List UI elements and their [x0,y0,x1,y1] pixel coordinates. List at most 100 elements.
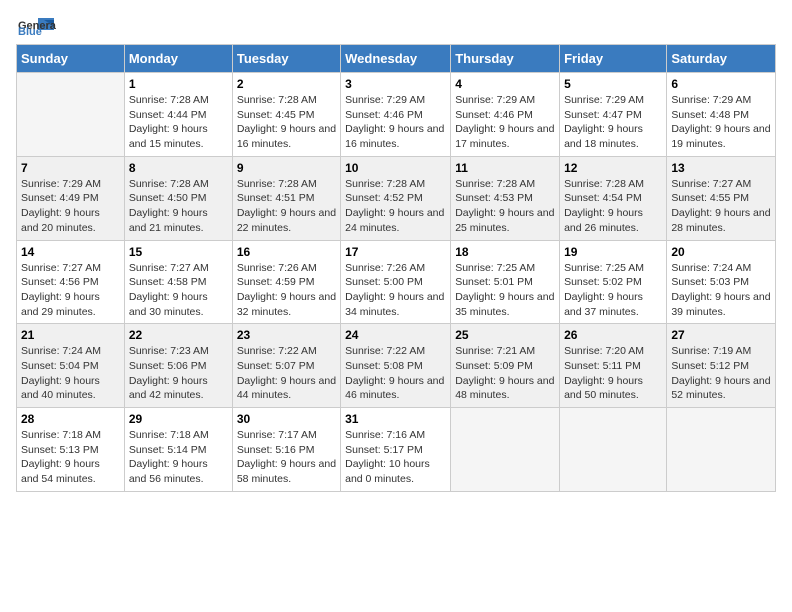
calendar-week-row: 21 Sunrise: 7:24 AMSunset: 5:04 PMDayligh… [17,324,776,408]
day-info: Sunrise: 7:27 AMSunset: 4:55 PMDaylight:… [671,177,771,236]
calendar-day-cell: 23 Sunrise: 7:22 AMSunset: 5:07 PMDayligh… [232,324,340,408]
day-number: 23 [237,328,336,342]
calendar-day-cell: 6 Sunrise: 7:29 AMSunset: 4:48 PMDaylight… [667,73,776,157]
calendar-day-cell: 30 Sunrise: 7:17 AMSunset: 5:16 PMDayligh… [232,408,340,492]
day-number: 30 [237,412,336,426]
day-info: Sunrise: 7:21 AMSunset: 5:09 PMDaylight:… [455,344,555,403]
calendar-day-cell: 8 Sunrise: 7:28 AMSunset: 4:50 PMDaylight… [124,156,232,240]
day-info: Sunrise: 7:25 AMSunset: 5:02 PMDaylight:… [564,261,662,320]
calendar-day-cell: 20 Sunrise: 7:24 AMSunset: 5:03 PMDayligh… [667,240,776,324]
calendar-header-cell: Monday [124,45,232,73]
calendar-day-cell [451,408,560,492]
logo-icon: General Blue [16,16,56,36]
day-info: Sunrise: 7:29 AMSunset: 4:48 PMDaylight:… [671,93,771,152]
day-number: 13 [671,161,771,175]
calendar-day-cell: 9 Sunrise: 7:28 AMSunset: 4:51 PMDaylight… [232,156,340,240]
day-info: Sunrise: 7:16 AMSunset: 5:17 PMDaylight:… [345,428,446,487]
day-info: Sunrise: 7:22 AMSunset: 5:07 PMDaylight:… [237,344,336,403]
day-info: Sunrise: 7:28 AMSunset: 4:45 PMDaylight:… [237,93,336,152]
day-number: 8 [129,161,228,175]
calendar-day-cell: 4Sunrise: 7:29 AMSunset: 4:46 PMDaylight… [451,73,560,157]
logo: General Blue [16,16,56,36]
calendar-week-row: 14Sunrise: 7:27 AMSunset: 4:56 PMDayligh… [17,240,776,324]
day-info: Sunrise: 7:25 AMSunset: 5:01 PMDaylight:… [455,261,555,320]
calendar-day-cell: 27 Sunrise: 7:19 AMSunset: 5:12 PMDayligh… [667,324,776,408]
calendar-day-cell: 26 Sunrise: 7:20 AMSunset: 5:11 PMDayligh… [560,324,667,408]
day-info: Sunrise: 7:29 AMSunset: 4:47 PMDaylight:… [564,93,662,152]
day-info: Sunrise: 7:18 AMSunset: 5:13 PMDaylight:… [21,428,120,487]
day-number: 5 [564,77,662,91]
calendar-table: SundayMondayTuesdayWednesdayThursdayFrid… [16,44,776,492]
calendar-day-cell: 14Sunrise: 7:27 AMSunset: 4:56 PMDayligh… [17,240,125,324]
calendar-day-cell: 10Sunrise: 7:28 AMSunset: 4:52 PMDayligh… [341,156,451,240]
calendar-day-cell [667,408,776,492]
day-number: 14 [21,245,120,259]
calendar-day-cell [17,73,125,157]
day-number: 20 [671,245,771,259]
day-number: 12 [564,161,662,175]
calendar-day-cell: 22Sunrise: 7:23 AMSunset: 5:06 PMDayligh… [124,324,232,408]
calendar-day-cell: 16 Sunrise: 7:26 AMSunset: 4:59 PMDayligh… [232,240,340,324]
day-info: Sunrise: 7:29 AMSunset: 4:49 PMDaylight:… [21,177,120,236]
day-number: 15 [129,245,228,259]
calendar-day-cell: 3 Sunrise: 7:29 AMSunset: 4:46 PMDaylight… [341,73,451,157]
calendar-header-cell: Friday [560,45,667,73]
day-number: 28 [21,412,120,426]
day-info: Sunrise: 7:18 AMSunset: 5:14 PMDaylight:… [129,428,228,487]
calendar-day-cell: 18 Sunrise: 7:25 AMSunset: 5:01 PMDayligh… [451,240,560,324]
day-info: Sunrise: 7:26 AMSunset: 5:00 PMDaylight:… [345,261,446,320]
day-number: 27 [671,328,771,342]
calendar-day-cell: 11Sunrise: 7:28 AMSunset: 4:53 PMDayligh… [451,156,560,240]
day-info: Sunrise: 7:28 AMSunset: 4:44 PMDaylight:… [129,93,228,152]
day-info: Sunrise: 7:23 AMSunset: 5:06 PMDaylight:… [129,344,228,403]
day-number: 6 [671,77,771,91]
page-header: General Blue [16,16,776,36]
day-number: 7 [21,161,120,175]
calendar-day-cell: 25Sunrise: 7:21 AMSunset: 5:09 PMDayligh… [451,324,560,408]
day-info: Sunrise: 7:26 AMSunset: 4:59 PMDaylight:… [237,261,336,320]
day-info: Sunrise: 7:20 AMSunset: 5:11 PMDaylight:… [564,344,662,403]
calendar-day-cell: 1Sunrise: 7:28 AMSunset: 4:44 PMDaylight… [124,73,232,157]
day-number: 16 [237,245,336,259]
day-info: Sunrise: 7:19 AMSunset: 5:12 PMDaylight:… [671,344,771,403]
day-number: 17 [345,245,446,259]
day-number: 4 [455,77,555,91]
calendar-day-cell: 17 Sunrise: 7:26 AMSunset: 5:00 PMDayligh… [341,240,451,324]
day-info: Sunrise: 7:22 AMSunset: 5:08 PMDaylight:… [345,344,446,403]
calendar-body: 1Sunrise: 7:28 AMSunset: 4:44 PMDaylight… [17,73,776,492]
day-number: 26 [564,328,662,342]
day-number: 10 [345,161,446,175]
calendar-day-cell: 7 Sunrise: 7:29 AMSunset: 4:49 PMDaylight… [17,156,125,240]
day-number: 24 [345,328,446,342]
day-number: 31 [345,412,446,426]
day-number: 9 [237,161,336,175]
day-info: Sunrise: 7:28 AMSunset: 4:50 PMDaylight:… [129,177,228,236]
calendar-header-cell: Sunday [17,45,125,73]
calendar-week-row: 28 Sunrise: 7:18 AMSunset: 5:13 PMDayligh… [17,408,776,492]
day-number: 19 [564,245,662,259]
calendar-day-cell: 31 Sunrise: 7:16 AMSunset: 5:17 PMDayligh… [341,408,451,492]
day-info: Sunrise: 7:24 AMSunset: 5:04 PMDaylight:… [21,344,120,403]
calendar-week-row: 7 Sunrise: 7:29 AMSunset: 4:49 PMDaylight… [17,156,776,240]
calendar-day-cell [560,408,667,492]
calendar-day-cell: 28 Sunrise: 7:18 AMSunset: 5:13 PMDayligh… [17,408,125,492]
day-info: Sunrise: 7:28 AMSunset: 4:51 PMDaylight:… [237,177,336,236]
calendar-day-cell: 12 Sunrise: 7:28 AMSunset: 4:54 PMDayligh… [560,156,667,240]
day-info: Sunrise: 7:24 AMSunset: 5:03 PMDaylight:… [671,261,771,320]
day-info: Sunrise: 7:28 AMSunset: 4:54 PMDaylight:… [564,177,662,236]
svg-text:Blue: Blue [18,26,42,36]
calendar-header-cell: Wednesday [341,45,451,73]
calendar-header-cell: Tuesday [232,45,340,73]
calendar-week-row: 1Sunrise: 7:28 AMSunset: 4:44 PMDaylight… [17,73,776,157]
calendar-day-cell: 2Sunrise: 7:28 AMSunset: 4:45 PMDaylight… [232,73,340,157]
calendar-header-cell: Saturday [667,45,776,73]
day-info: Sunrise: 7:29 AMSunset: 4:46 PMDaylight:… [345,93,446,152]
day-number: 18 [455,245,555,259]
day-info: Sunrise: 7:17 AMSunset: 5:16 PMDaylight:… [237,428,336,487]
day-info: Sunrise: 7:28 AMSunset: 4:53 PMDaylight:… [455,177,555,236]
day-number: 21 [21,328,120,342]
day-number: 3 [345,77,446,91]
calendar-day-cell: 5 Sunrise: 7:29 AMSunset: 4:47 PMDaylight… [560,73,667,157]
calendar-day-cell: 13 Sunrise: 7:27 AMSunset: 4:55 PMDayligh… [667,156,776,240]
calendar-header-row: SundayMondayTuesdayWednesdayThursdayFrid… [17,45,776,73]
